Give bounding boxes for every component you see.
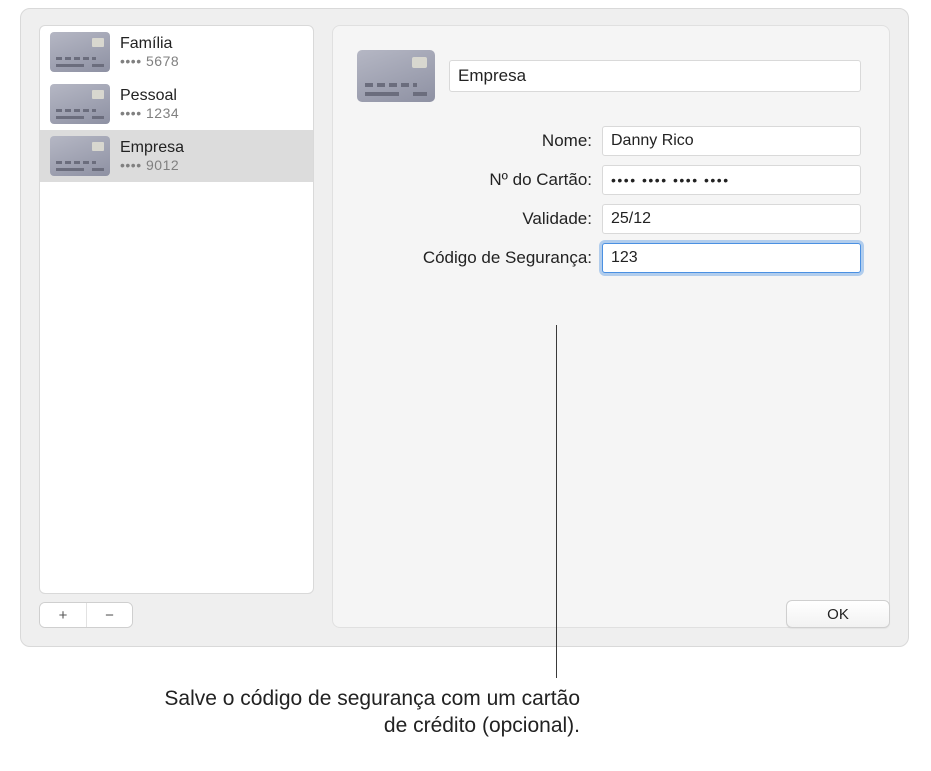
remove-card-button[interactable]: − bbox=[86, 603, 132, 627]
minus-icon: − bbox=[105, 607, 114, 624]
sidebar-item-card[interactable]: Família •••• 5678 bbox=[40, 26, 313, 78]
card-list: Família •••• 5678 Pessoal •••• 1234 Empr… bbox=[39, 25, 314, 594]
name-field[interactable] bbox=[602, 126, 861, 156]
credit-card-icon bbox=[50, 136, 110, 176]
form-rows: Nome: Nº do Cartão: Validade: Código de … bbox=[357, 126, 861, 273]
main-row: Família •••• 5678 Pessoal •••• 1234 Empr… bbox=[39, 25, 890, 628]
card-number-field[interactable] bbox=[602, 165, 861, 195]
ok-row: OK bbox=[786, 600, 890, 628]
card-name-label: Pessoal bbox=[120, 86, 179, 105]
credit-card-icon bbox=[50, 84, 110, 124]
sidebar-item-card[interactable]: Empresa •••• 9012 bbox=[40, 130, 313, 182]
label-card-number: Nº do Cartão: bbox=[357, 170, 592, 190]
sidebar-actions: + − bbox=[39, 602, 314, 628]
preferences-window: Família •••• 5678 Pessoal •••• 1234 Empr… bbox=[20, 8, 909, 647]
callout-line bbox=[556, 325, 557, 678]
sidebar: Família •••• 5678 Pessoal •••• 1234 Empr… bbox=[39, 25, 314, 628]
callout-text: Salve o código de segurança com um cartã… bbox=[150, 685, 580, 740]
ok-button[interactable]: OK bbox=[786, 600, 890, 628]
plus-icon: + bbox=[59, 607, 68, 624]
card-title-input[interactable] bbox=[449, 60, 861, 92]
security-code-field[interactable] bbox=[602, 243, 861, 273]
card-name-label: Família bbox=[120, 34, 179, 53]
detail-pane: Nome: Nº do Cartão: Validade: Código de … bbox=[332, 25, 890, 628]
credit-card-icon bbox=[357, 50, 435, 102]
card-name-label: Empresa bbox=[120, 138, 184, 157]
label-security-code: Código de Segurança: bbox=[357, 248, 592, 268]
credit-card-icon bbox=[50, 32, 110, 72]
card-text: Empresa •••• 9012 bbox=[120, 138, 184, 174]
title-row bbox=[357, 50, 861, 102]
add-card-button[interactable]: + bbox=[40, 603, 86, 627]
label-expiry: Validade: bbox=[357, 209, 592, 229]
add-remove-group: + − bbox=[39, 602, 133, 628]
sidebar-item-card[interactable]: Pessoal •••• 1234 bbox=[40, 78, 313, 130]
label-name: Nome: bbox=[357, 131, 592, 151]
card-masked-digits: •••• 9012 bbox=[120, 157, 184, 174]
card-text: Pessoal •••• 1234 bbox=[120, 86, 179, 122]
card-masked-digits: •••• 5678 bbox=[120, 53, 179, 70]
expiry-field[interactable] bbox=[602, 204, 861, 234]
card-masked-digits: •••• 1234 bbox=[120, 105, 179, 122]
card-text: Família •••• 5678 bbox=[120, 34, 179, 70]
